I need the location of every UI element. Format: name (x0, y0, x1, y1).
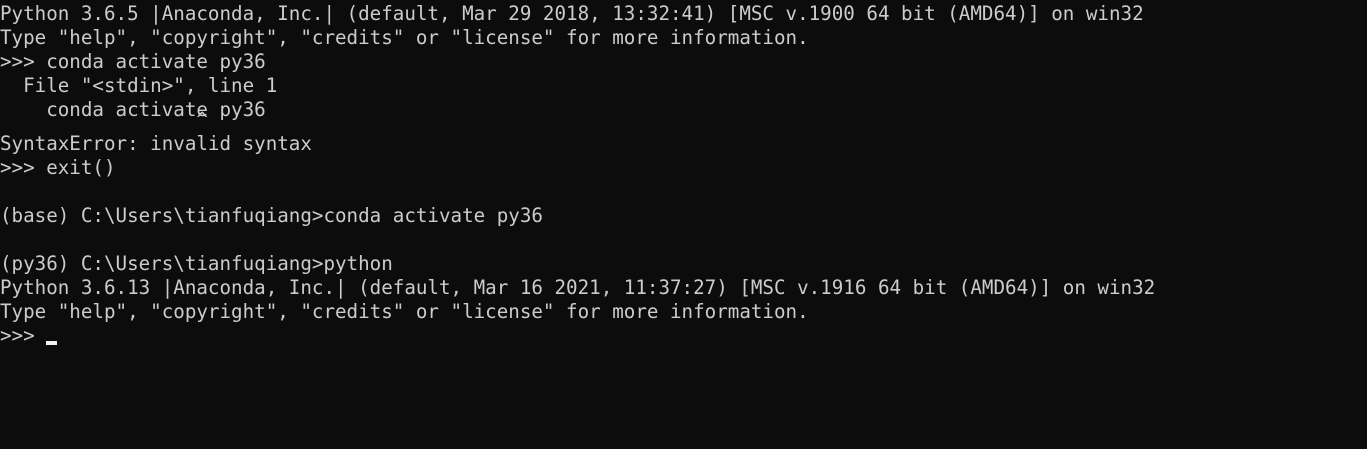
prompt: >>> (0, 324, 47, 347)
active-prompt-line[interactable]: >>> (0, 324, 1367, 348)
shell-command-line: (base) C:\Users\tianfuqiang>conda activa… (0, 204, 543, 227)
input-line: >>> conda activate py36 (0, 50, 266, 73)
shell-command-line: (py36) C:\Users\tianfuqiang>python (0, 252, 393, 275)
input-line: >>> exit() (0, 156, 116, 179)
output-line: Python 3.6.5 |Anaconda, Inc.| (default, … (0, 2, 1144, 25)
output-line: Python 3.6.13 |Anaconda, Inc.| (default,… (0, 276, 1156, 299)
text-cursor (46, 341, 58, 345)
error-caret-line: ^ (0, 108, 1367, 118)
output-line: Type "help", "copyright", "credits" or "… (0, 300, 809, 323)
traceback-line: File "<stdin>", line 1 (0, 74, 278, 97)
error-message-line: SyntaxError: invalid syntax (0, 132, 312, 155)
output-line: Type "help", "copyright", "credits" or "… (0, 26, 809, 49)
console-window[interactable]: Python 3.6.5 |Anaconda, Inc.| (default, … (0, 0, 1367, 449)
